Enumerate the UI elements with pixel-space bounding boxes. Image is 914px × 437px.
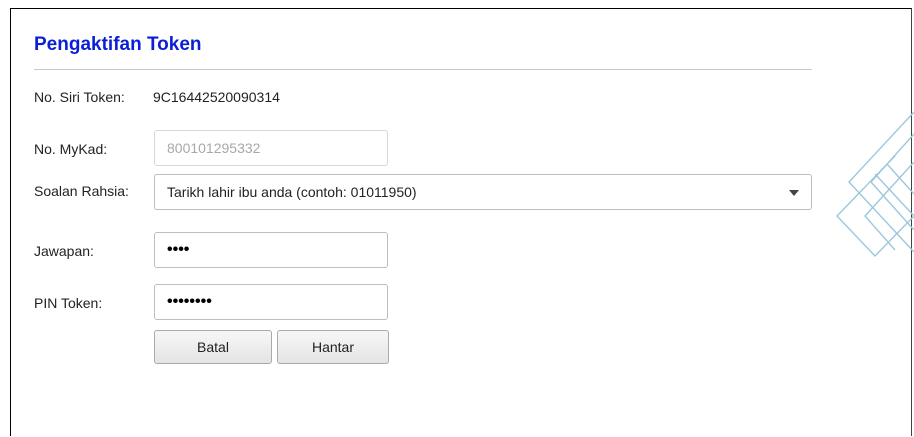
secret-question-select[interactable]: Tarikh lahir ibu anda (contoh: 01011950) [154,174,812,210]
pin-label: PIN Token: [34,295,103,311]
serial-value: 9C16442520090314 [153,89,280,105]
answer-field[interactable]: •••• [154,232,388,268]
mykad-label: No. MyKad: [34,141,108,157]
diamond-pattern-icon [836,111,914,258]
secret-question-value: Tarikh lahir ibu anda (contoh: 01011950) [167,184,417,200]
answer-label: Jawapan: [34,243,94,259]
cancel-button[interactable]: Batal [154,330,272,364]
answer-value: •••• [167,241,190,258]
serial-label: No. Siri Token: [34,89,125,105]
pin-value: •••••••• [167,293,212,310]
mykad-value: 800101295332 [167,140,261,156]
submit-button[interactable]: Hantar [277,330,389,364]
chevron-down-icon [789,190,799,196]
title-divider [34,69,812,70]
pin-field[interactable]: •••••••• [154,284,388,320]
page-title: Pengaktifan Token [34,34,202,55]
window-frame [10,8,912,436]
question-label: Soalan Rahsia: [34,183,129,199]
mykad-field: 800101295332 [154,130,388,166]
